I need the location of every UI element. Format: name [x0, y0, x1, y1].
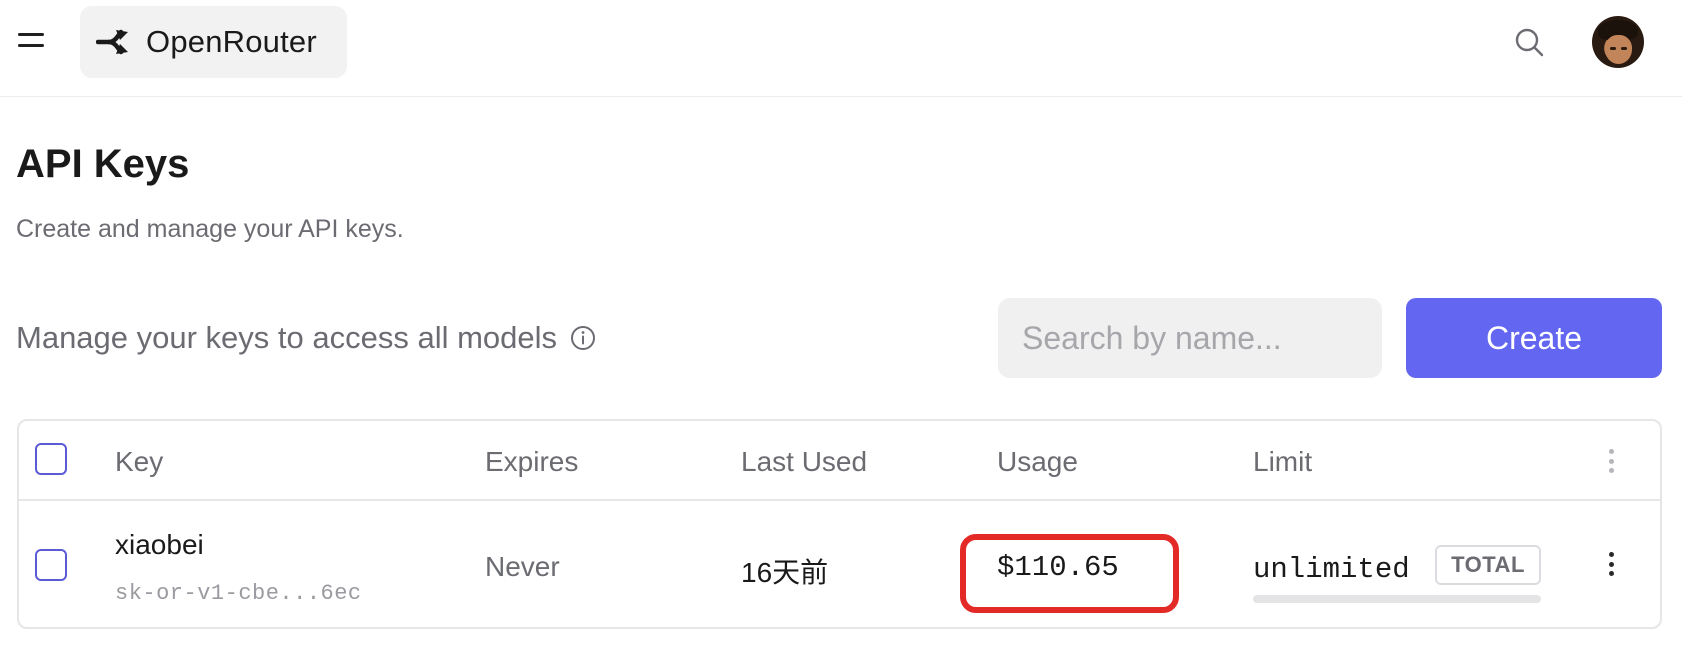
key-last-used: 16天前 [741, 557, 829, 588]
api-keys-table: Key Expires Last Used Usage Limit xiaobe… [17, 419, 1662, 629]
masked-key: sk-or-v1-cbe...6ec [115, 581, 362, 606]
manage-keys-text: Manage your keys to access all models [16, 320, 558, 355]
column-header-last-used: Last Used [741, 446, 868, 477]
brand-home-link[interactable]: OpenRouter [80, 6, 347, 78]
key-limit: unlimited [1253, 553, 1410, 586]
limit-type-badge: TOTAL [1435, 545, 1541, 585]
openrouter-logo-icon [96, 27, 136, 57]
header-more-options-icon[interactable] [1601, 446, 1621, 476]
key-expires: Never [485, 551, 560, 582]
page-title: API Keys [16, 142, 190, 186]
column-header-key: Key [115, 446, 164, 477]
brand-name: OpenRouter [146, 24, 317, 59]
row-more-options-icon[interactable] [1601, 549, 1621, 579]
hamburger-menu-icon[interactable] [14, 28, 48, 56]
column-header-limit: Limit [1253, 446, 1313, 477]
top-navigation-bar: OpenRouter [0, 0, 1682, 97]
create-key-button[interactable]: Create [1406, 298, 1662, 378]
search-icon[interactable] [1512, 25, 1548, 61]
table-header: Key Expires Last Used Usage Limit [19, 421, 1660, 501]
row-select-checkbox[interactable] [35, 549, 67, 581]
page-subtitle: Create and manage your API keys. [16, 215, 404, 243]
limit-progress-bar [1253, 595, 1541, 603]
column-header-expires: Expires [485, 446, 579, 477]
key-name[interactable]: xiaobei [115, 529, 204, 561]
manage-keys-label: Manage your keys to access all models [16, 320, 597, 356]
user-avatar[interactable] [1592, 16, 1644, 68]
table-row[interactable]: xiaobei sk-or-v1-cbe...6ec Never 16天前 $1… [19, 503, 1660, 627]
search-input[interactable] [998, 298, 1382, 378]
column-header-usage: Usage [997, 446, 1078, 477]
select-all-checkbox[interactable] [35, 443, 67, 475]
key-usage: $110.65 [997, 551, 1119, 584]
info-icon[interactable] [569, 324, 597, 352]
